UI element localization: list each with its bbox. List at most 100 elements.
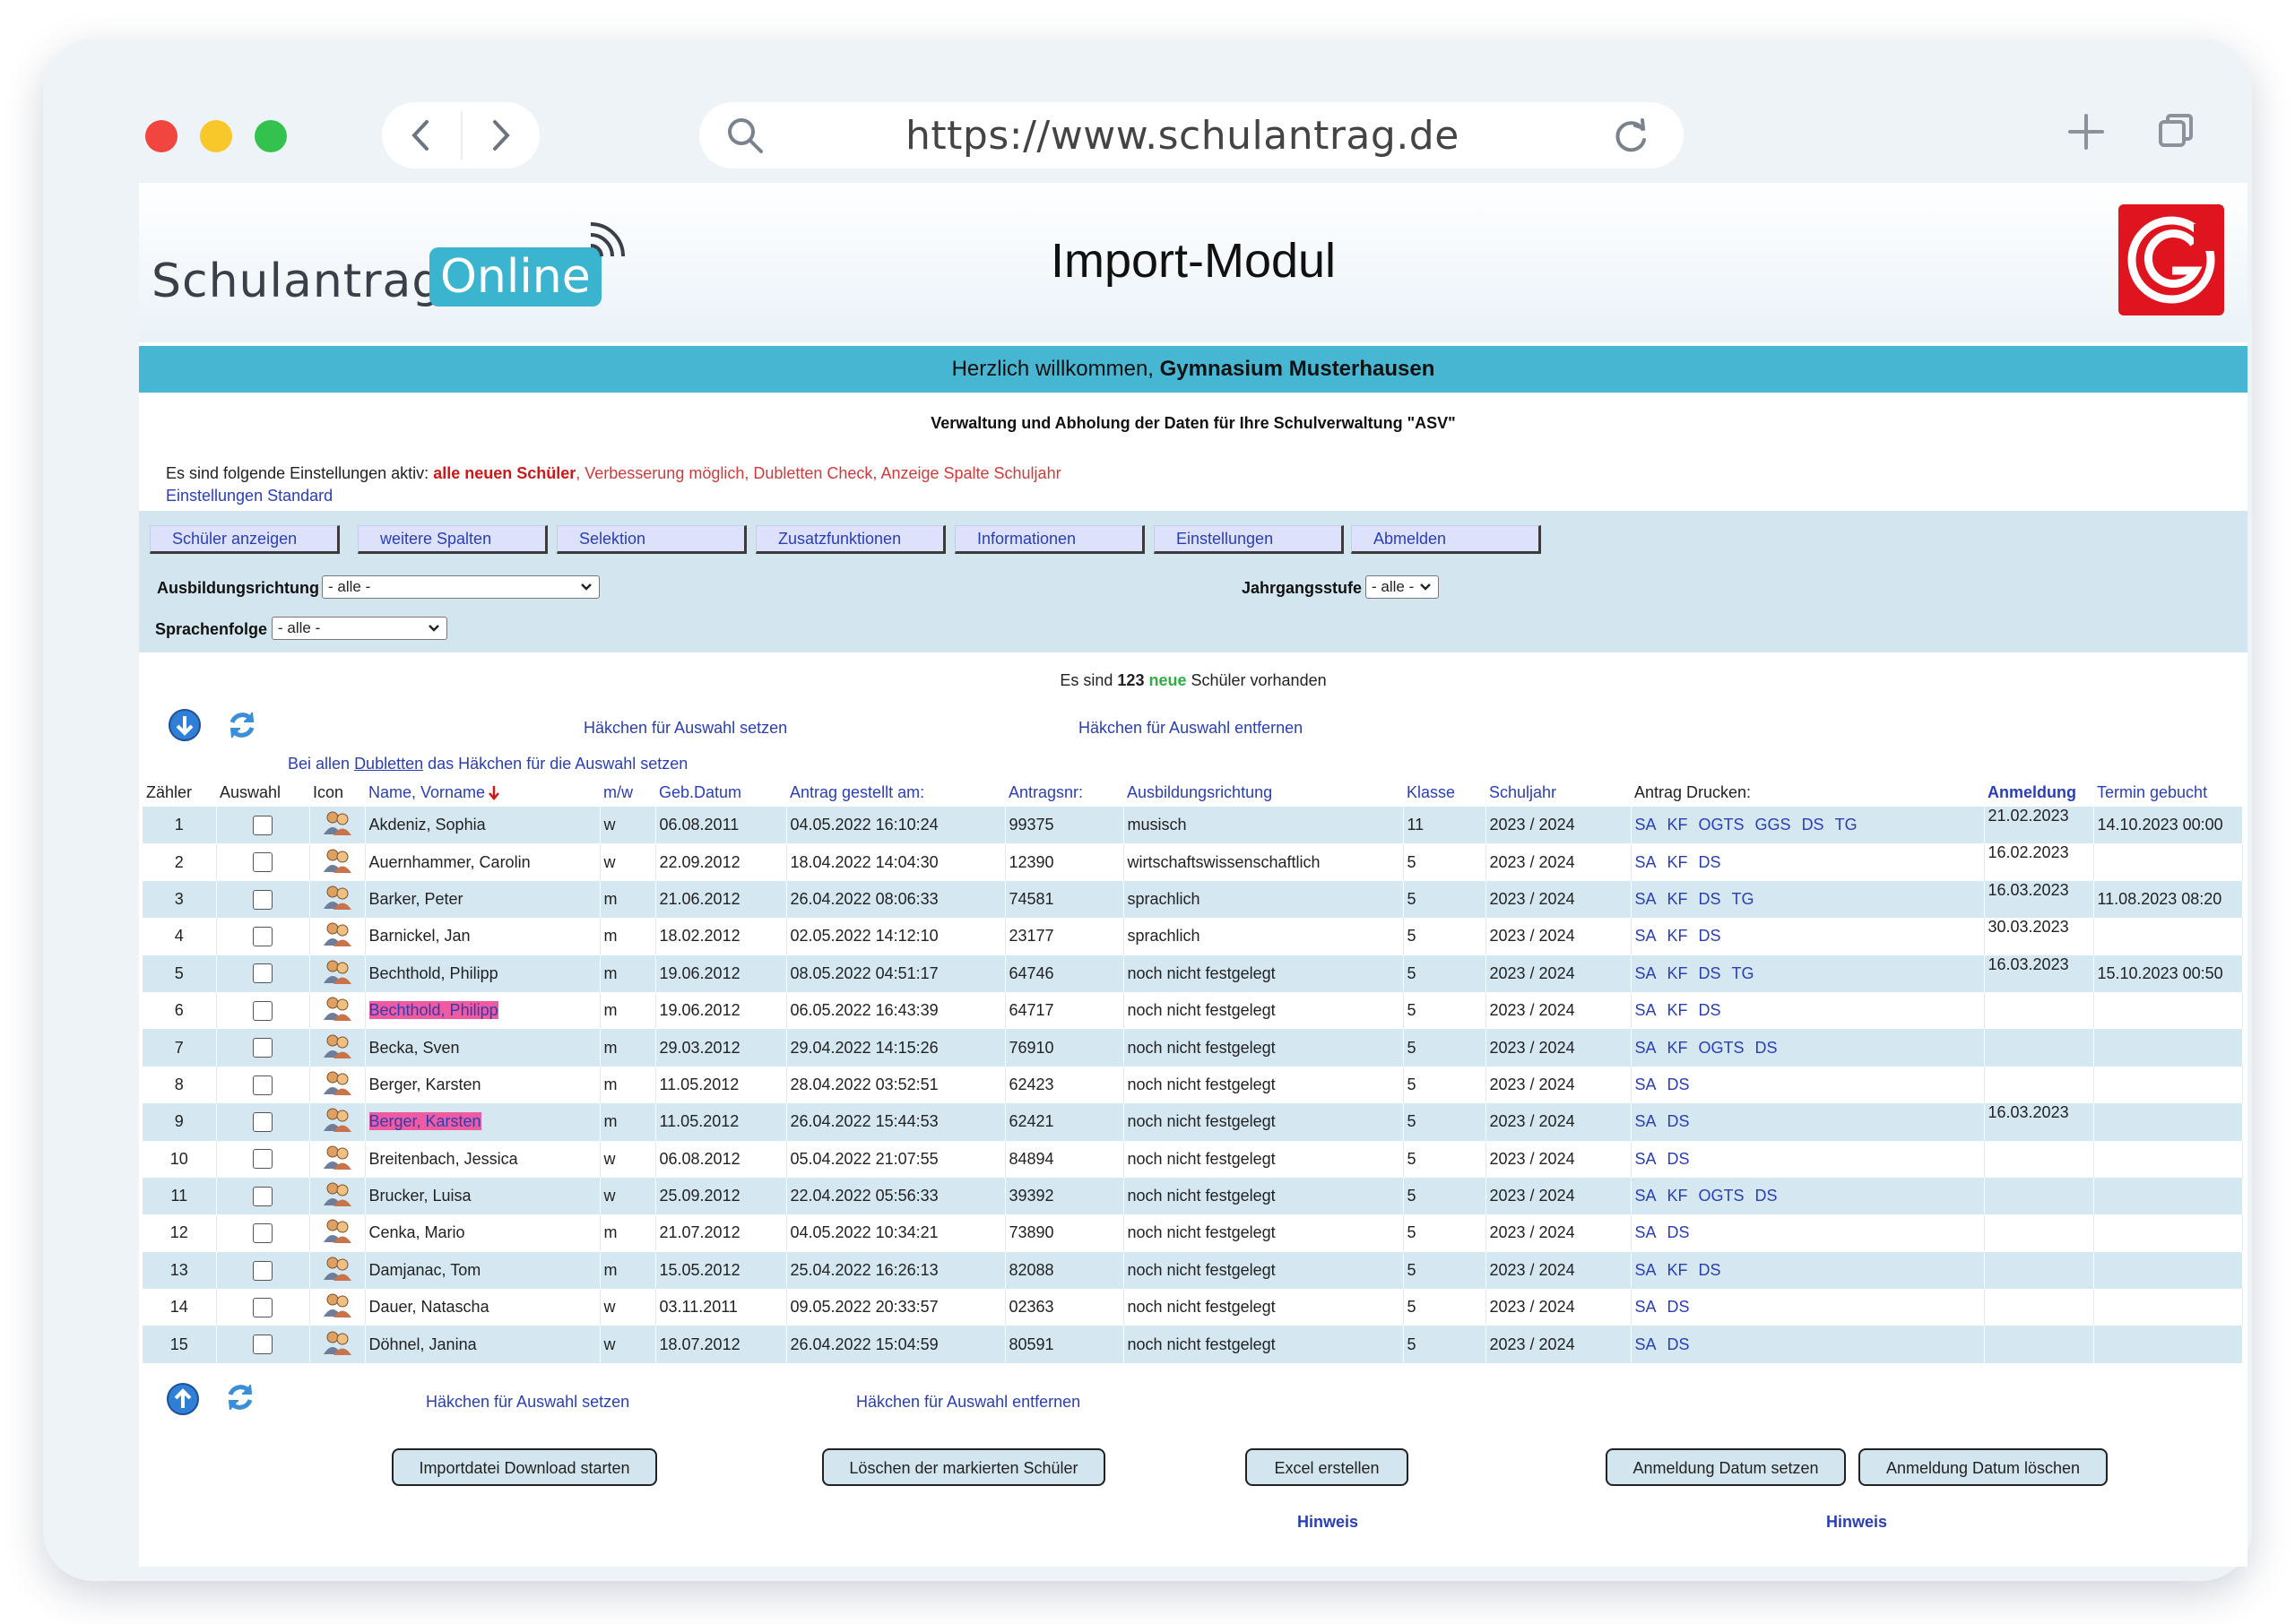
address-bar[interactable]: https://www.schulantrag.de [699, 102, 1684, 168]
print-ds-link[interactable]: DS [1699, 1261, 1721, 1279]
settings-standard-link[interactable]: Einstellungen Standard [166, 487, 333, 505]
student-name-link[interactable]: Breitenbach, Jessica [369, 1150, 518, 1168]
row-icon-cell[interactable] [309, 843, 366, 881]
scroll-up-icon[interactable] [166, 1382, 200, 1416]
student-name-link[interactable]: Akdeniz, Sophia [369, 816, 486, 834]
row-checkbox[interactable] [253, 815, 273, 835]
print-ogts-link[interactable]: OGTS [1699, 1187, 1745, 1205]
ausbildung-select[interactable]: - alle - [322, 575, 600, 599]
close-window-button[interactable] [145, 120, 178, 152]
col-schuljahr[interactable]: Schuljahr [1485, 778, 1631, 807]
print-kf-link[interactable]: KF [1667, 1187, 1688, 1205]
print-ds-link[interactable]: DS [1699, 853, 1721, 871]
col-ausbildung[interactable]: Ausbildungsrichtung [1123, 778, 1403, 807]
print-ds-link[interactable]: DS [1699, 964, 1721, 982]
back-arrow-icon[interactable] [394, 113, 448, 158]
student-name-link[interactable]: Barker, Peter [369, 890, 463, 908]
remove-checks-link-bottom[interactable]: Häkchen für Auswahl entfernen [856, 1393, 1080, 1412]
row-icon-cell[interactable] [309, 1214, 366, 1252]
menu-abmelden[interactable]: Abmelden [1351, 525, 1541, 554]
row-icon-cell[interactable] [309, 1140, 366, 1178]
forward-arrow-icon[interactable] [475, 113, 529, 158]
print-ogts-link[interactable]: OGTS [1699, 1039, 1745, 1057]
print-kf-link[interactable]: KF [1667, 853, 1688, 871]
print-kf-link[interactable]: KF [1667, 1261, 1688, 1279]
row-icon-cell[interactable] [309, 1029, 366, 1067]
print-kf-link[interactable]: KF [1667, 890, 1688, 908]
row-icon-cell[interactable] [309, 880, 366, 919]
sprachen-select[interactable]: - alle - [272, 617, 447, 640]
student-name-link[interactable]: Berger, Karsten [369, 1075, 481, 1093]
row-icon-cell[interactable] [309, 1326, 366, 1363]
print-sa-link[interactable]: SA [1635, 1298, 1657, 1316]
menu-einstellungen[interactable]: Einstellungen [1154, 525, 1344, 554]
col-geb[interactable]: Geb.Datum [655, 778, 786, 807]
row-icon-cell[interactable] [309, 1066, 366, 1104]
row-icon-cell[interactable] [309, 807, 366, 844]
col-nr[interactable]: Antragsnr: [1005, 778, 1123, 807]
print-kf-link[interactable]: KF [1667, 927, 1688, 945]
student-name-link[interactable]: Bechthold, Philipp [369, 964, 498, 982]
scroll-down-icon[interactable] [168, 708, 202, 742]
print-sa-link[interactable]: SA [1635, 1223, 1657, 1241]
print-sa-link[interactable]: SA [1635, 927, 1657, 945]
col-antrag[interactable]: Antrag gestellt am: [786, 778, 1005, 807]
print-kf-link[interactable]: KF [1667, 1001, 1688, 1019]
row-checkbox[interactable] [253, 1186, 273, 1206]
excel-button[interactable]: Excel erstellen [1245, 1448, 1408, 1486]
new-tab-icon[interactable] [2066, 111, 2107, 152]
student-name-link[interactable]: Brucker, Luisa [369, 1187, 472, 1205]
row-icon-cell[interactable] [309, 918, 366, 955]
row-icon-cell[interactable] [309, 1177, 366, 1215]
hinweis-link-excel[interactable]: Hinweis [1297, 1513, 1358, 1532]
student-name-link[interactable]: Dauer, Natascha [369, 1298, 489, 1316]
menu-schueler-anzeigen[interactable]: Schüler anzeigen [150, 525, 340, 554]
set-anmeldung-date-button[interactable]: Anmeldung Datum setzen [1606, 1448, 1846, 1486]
row-checkbox[interactable] [253, 1075, 273, 1095]
col-anmeldung[interactable]: Anmeldung [1984, 778, 2093, 807]
menu-weitere-spalten[interactable]: weitere Spalten [358, 525, 548, 554]
print-ds-link[interactable]: DS [1667, 1298, 1690, 1316]
row-icon-cell[interactable] [309, 991, 366, 1030]
print-ds-link[interactable]: DS [1699, 890, 1721, 908]
print-ds-link[interactable]: DS [1667, 1075, 1690, 1093]
print-tg-link[interactable]: TG [1835, 816, 1858, 834]
delete-selected-button[interactable]: Löschen der markierten Schüler [822, 1448, 1105, 1486]
row-checkbox[interactable] [253, 1223, 273, 1244]
print-ds-link[interactable]: DS [1699, 1001, 1721, 1019]
minimize-window-button[interactable] [200, 120, 232, 152]
print-ds-link[interactable]: DS [1667, 1150, 1690, 1168]
print-ds-link[interactable]: DS [1699, 927, 1721, 945]
print-ds-link[interactable]: DS [1755, 1187, 1778, 1205]
hinweis-link-anmeldung[interactable]: Hinweis [1826, 1513, 1887, 1532]
student-name-link[interactable]: Auernhammer, Carolin [369, 853, 531, 871]
remove-checks-link-top[interactable]: Häkchen für Auswahl entfernen [1078, 719, 1303, 738]
student-name-link[interactable]: Damjanac, Tom [369, 1261, 481, 1279]
print-sa-link[interactable]: SA [1635, 853, 1657, 871]
print-sa-link[interactable]: SA [1635, 1039, 1657, 1057]
col-klasse[interactable]: Klasse [1403, 778, 1485, 807]
print-sa-link[interactable]: SA [1635, 1187, 1657, 1205]
download-button[interactable]: Importdatei Download starten [392, 1448, 657, 1486]
student-name-link[interactable]: Cenka, Mario [369, 1223, 465, 1241]
print-ds-link[interactable]: DS [1667, 1223, 1690, 1241]
student-name-link[interactable]: Becka, Sven [369, 1039, 460, 1057]
set-checks-link-top[interactable]: Häkchen für Auswahl setzen [584, 719, 787, 738]
menu-informationen[interactable]: Informationen [955, 525, 1145, 554]
student-name-link[interactable]: Bechthold, Philipp [368, 1001, 498, 1020]
row-checkbox[interactable] [253, 1111, 273, 1132]
row-icon-cell[interactable] [309, 955, 366, 992]
print-ds-link[interactable]: DS [1667, 1335, 1690, 1353]
row-checkbox[interactable] [253, 1297, 273, 1317]
print-sa-link[interactable]: SA [1635, 1261, 1657, 1279]
row-checkbox[interactable] [253, 963, 273, 984]
col-mw[interactable]: m/w [600, 778, 655, 807]
print-kf-link[interactable]: KF [1667, 816, 1688, 834]
print-ggs-link[interactable]: GGS [1755, 816, 1791, 834]
row-icon-cell[interactable] [309, 1289, 366, 1326]
print-ogts-link[interactable]: OGTS [1699, 816, 1745, 834]
delete-anmeldung-date-button[interactable]: Anmeldung Datum löschen [1858, 1448, 2108, 1486]
menu-selektion[interactable]: Selektion [557, 525, 747, 554]
row-icon-cell[interactable] [309, 1103, 366, 1141]
row-checkbox[interactable] [253, 889, 273, 910]
